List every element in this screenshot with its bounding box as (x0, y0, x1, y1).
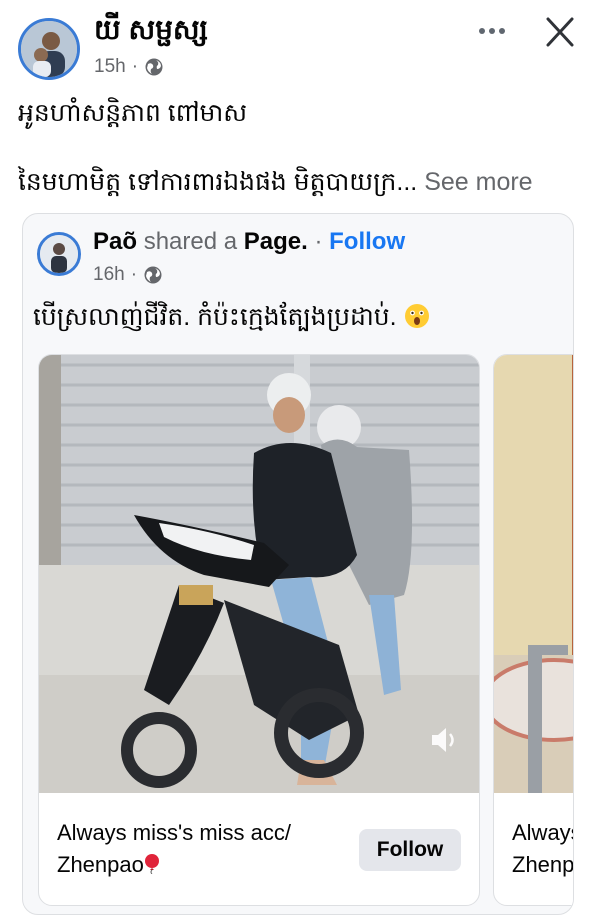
shared-meta: 16h · (93, 264, 163, 286)
more-dots-icon (479, 28, 505, 34)
close-button[interactable] (541, 14, 577, 50)
author-avatar[interactable] (18, 18, 80, 80)
shared-post-card[interactable]: Paõ shared a Page. · Follow 16h · បើស្រល… (22, 213, 574, 915)
shared-author-avatar[interactable] (37, 232, 81, 276)
shared-header: Paõ shared a Page. · Follow (93, 228, 406, 255)
close-icon (546, 17, 574, 47)
globe-icon (145, 58, 163, 76)
card-follow-button[interactable]: Follow (359, 829, 461, 871)
post-time[interactable]: 15h (94, 56, 126, 78)
muted-sound-icon[interactable] (427, 723, 461, 757)
shared-text: បើស្រលាញ់ជីវិត. កំប៉ះក្មេងត្បែងប្រដាប់. (33, 302, 430, 338)
follow-link[interactable]: Follow (329, 228, 405, 255)
card-caption[interactable]: Always miss's miss acc/ Zhenpao (57, 817, 291, 881)
feed-post: យី សម្ផស្ស 15h · អូនហាំសន្តិភាព ពៅមាស នៃ… (0, 0, 591, 915)
motorbike-photo (39, 355, 479, 793)
post-text-line2: នៃមហាមិត្ត ទៅការពារឯងផង មិត្តបាយក្រ... S… (18, 168, 533, 196)
sink-photo (494, 355, 573, 793)
carousel-card[interactable]: Always Zhenpa (493, 354, 573, 906)
shared-page-link[interactable]: Page. (244, 228, 308, 255)
shared-author-name[interactable]: Paõ (93, 228, 137, 255)
reel-thumbnail[interactable] (494, 355, 573, 793)
balloon-icon (144, 854, 159, 874)
post-meta: 15h · (94, 56, 164, 78)
carousel-card[interactable]: Always miss's miss acc/ Zhenpao Follow (38, 354, 480, 906)
shared-time[interactable]: 16h (93, 264, 125, 286)
globe-icon (144, 266, 162, 284)
shocked-face-emoji-icon (404, 304, 429, 328)
card-caption[interactable]: Always Zhenpa (512, 817, 573, 881)
more-options-button[interactable] (474, 16, 510, 46)
post-text-line1: អូនហាំសន្តិភាព ពៅមាស (18, 99, 248, 127)
see-more-link[interactable]: See more (424, 168, 532, 196)
author-name[interactable]: យី សម្ផស្ស (94, 12, 208, 53)
reel-thumbnail[interactable] (39, 355, 479, 793)
